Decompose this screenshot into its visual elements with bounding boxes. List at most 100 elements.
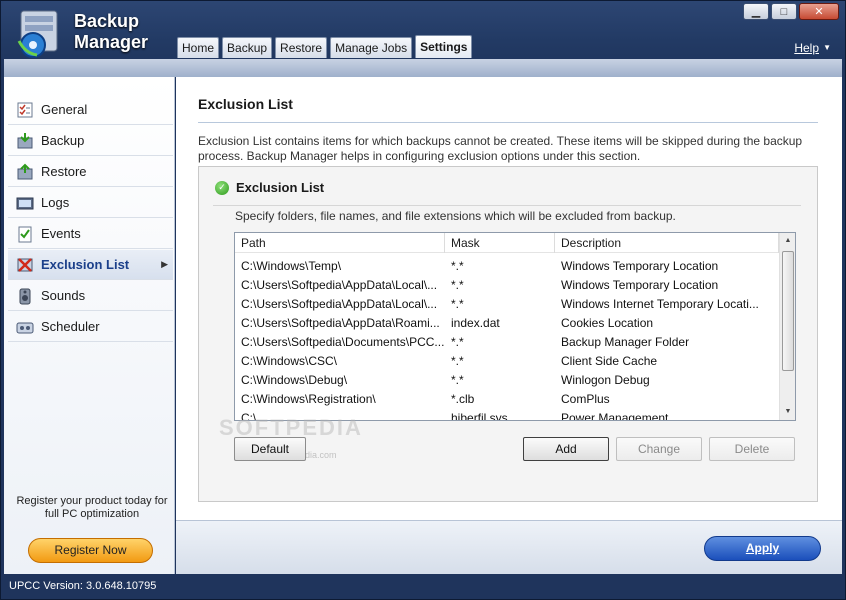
table-row[interactable]: C:\Windows\Debug\ *.* Winlogon Debug <box>235 371 779 390</box>
table-row[interactable]: C:\Users\Softpedia\Documents\PCC... *.* Ba… <box>235 333 779 352</box>
cell-path: C:\Windows\CSC\ <box>241 354 338 368</box>
cell-mask: *.* <box>451 259 464 273</box>
apply-button[interactable]: Apply <box>704 536 821 561</box>
cell-description: Power Management <box>561 411 669 421</box>
sidebar-item-label: Restore <box>41 164 87 179</box>
cell-description: Windows Temporary Location <box>561 278 719 292</box>
register-now-button[interactable]: Register Now <box>28 538 153 563</box>
table-row[interactable]: C:\Windows\Registration\ *.clb ComPlus <box>235 390 779 409</box>
exclusion-icon <box>15 255 35 275</box>
events-icon <box>15 224 35 244</box>
sidebar-item-label: Sounds <box>41 288 86 303</box>
exclusion-list-group: ✓ Exclusion List Specify folders, file n… <box>198 166 818 502</box>
cell-mask: index.dat <box>451 316 500 330</box>
maximize-button[interactable]: □ <box>771 3 797 20</box>
exclusion-table[interactable]: Path Mask Description C:\Windows\Temp\ *.… <box>234 232 796 421</box>
minimize-button[interactable]: ▁ <box>743 3 769 20</box>
table-header: Path Mask Description <box>235 233 779 253</box>
sidebar-item-label: General <box>41 102 88 117</box>
table-row[interactable]: C:\Windows\Temp\ *.* Windows Temporary Loc… <box>235 257 779 276</box>
tab-restore[interactable]: Restore <box>275 37 328 58</box>
sidebar-item-scheduler[interactable]: Scheduler <box>8 312 173 342</box>
table-row[interactable]: C:\Users\Softpedia\AppData\Local\... *.* W… <box>235 276 779 295</box>
sidebar-item-label: Events <box>41 226 81 241</box>
app-title: Backup Manager <box>74 11 148 53</box>
sidebar-item-restore[interactable]: Restore <box>8 157 173 187</box>
cell-mask: hiberfil.sys <box>451 411 508 421</box>
table-row[interactable]: C:\Windows\CSC\ *.* Client Side Cache <box>235 352 779 371</box>
group-divider <box>213 205 801 206</box>
cell-path: C:\Users\Softpedia\AppData\Local\... <box>241 278 438 292</box>
close-button[interactable]: ✕ <box>799 3 839 20</box>
cell-mask: *.* <box>451 278 464 292</box>
tab-settings[interactable]: Settings <box>415 35 473 58</box>
sidebar-item-label: Logs <box>41 195 70 210</box>
column-header-mask[interactable]: Mask <box>445 233 555 253</box>
cell-path: C:\Windows\Temp\ <box>241 259 342 273</box>
cell-description: Client Side Cache <box>561 354 658 368</box>
group-header: ✓ Exclusion List <box>215 180 324 195</box>
table-scrollbar[interactable]: ▲ ▼ <box>779 233 795 420</box>
scrollbar-thumb[interactable] <box>782 251 794 371</box>
chevron-right-icon: ▶ <box>161 259 168 269</box>
sidebar-item-label: Exclusion List <box>41 257 130 272</box>
cell-description: Windows Temporary Location <box>561 259 719 273</box>
page-title: Exclusion List <box>198 96 293 112</box>
table-row[interactable]: C:\Users\Softpedia\AppData\Roami... index… <box>235 314 779 333</box>
cell-description: Winlogon Debug <box>561 373 650 387</box>
table-row[interactable]: C:\Users\Softpedia\AppData\Local\... *.* W… <box>235 295 779 314</box>
cell-path: C:\Users\Softpedia\Documents\PCC... <box>241 335 445 349</box>
version-text: UPCC Version: 3.0.648.10795 <box>9 580 157 592</box>
cell-description: Cookies Location <box>561 316 654 330</box>
app-logo-icon <box>15 7 65 59</box>
cell-mask: *.* <box>451 354 464 368</box>
group-title: Exclusion List <box>236 180 325 195</box>
tab-manage-jobs[interactable]: Manage Jobs <box>330 37 413 58</box>
cell-description: Windows Internet Temporary Locati... <box>561 297 759 311</box>
sidebar-item-general[interactable]: General <box>8 95 173 125</box>
window-controls: ▁ □ ✕ <box>743 3 839 20</box>
minimize-icon: ▁ <box>751 6 761 18</box>
column-header-path[interactable]: Path <box>235 233 445 253</box>
sidebar-item-backup[interactable]: Backup <box>8 126 173 156</box>
cell-mask: *.* <box>451 335 464 349</box>
default-button[interactable]: Default <box>234 437 306 461</box>
help-dropdown-icon[interactable]: ▼ <box>823 43 831 52</box>
sidebar-item-exclusion-list[interactable]: Exclusion List ▶ <box>8 250 173 280</box>
maximize-icon: □ <box>780 5 788 18</box>
add-button[interactable]: Add <box>523 437 609 461</box>
sidebar-item-label: Backup <box>41 133 85 148</box>
sidebar: General Backup Restore Logs Events Exclu… <box>4 77 175 574</box>
app-title-line2: Manager <box>74 32 149 52</box>
backup-icon <box>15 131 35 151</box>
page-description: Exclusion List contains items for which … <box>198 134 803 163</box>
logs-icon <box>15 193 35 213</box>
delete-button[interactable]: Delete <box>709 437 795 461</box>
tab-home[interactable]: Home <box>177 37 220 58</box>
sidebar-item-events[interactable]: Events <box>8 219 173 249</box>
app-window: Backup Manager ▁ □ ✕ Home Backup Restore… <box>0 0 846 600</box>
cell-mask: *.clb <box>451 392 475 406</box>
cell-mask: *.* <box>451 373 464 387</box>
main-tabs: Home Backup Restore Manage Jobs Settings <box>177 35 473 58</box>
scroll-down-icon[interactable]: ▼ <box>780 404 795 420</box>
sidebar-item-label: Scheduler <box>41 319 100 334</box>
bottom-bar: Apply <box>176 520 842 574</box>
restore-icon <box>15 162 35 182</box>
tab-backup[interactable]: Backup <box>222 37 273 58</box>
sidebar-item-logs[interactable]: Logs <box>8 188 173 218</box>
sidebar-item-sounds[interactable]: Sounds <box>8 281 173 311</box>
change-button[interactable]: Change <box>616 437 702 461</box>
cell-mask: *.* <box>451 297 464 311</box>
sounds-icon <box>15 286 35 306</box>
general-icon <box>15 100 35 120</box>
help-link[interactable]: Help <box>794 41 819 55</box>
column-header-description[interactable]: Description <box>555 233 779 253</box>
app-title-line1: Backup <box>74 11 140 31</box>
title-divider <box>198 122 818 123</box>
scroll-up-icon[interactable]: ▲ <box>780 233 795 249</box>
table-body: C:\Windows\Temp\ *.* Windows Temporary Loc… <box>235 257 779 421</box>
close-icon: ✕ <box>814 6 824 18</box>
green-check-icon: ✓ <box>215 180 229 195</box>
group-description: Specify folders, file names, and file ex… <box>235 209 676 223</box>
